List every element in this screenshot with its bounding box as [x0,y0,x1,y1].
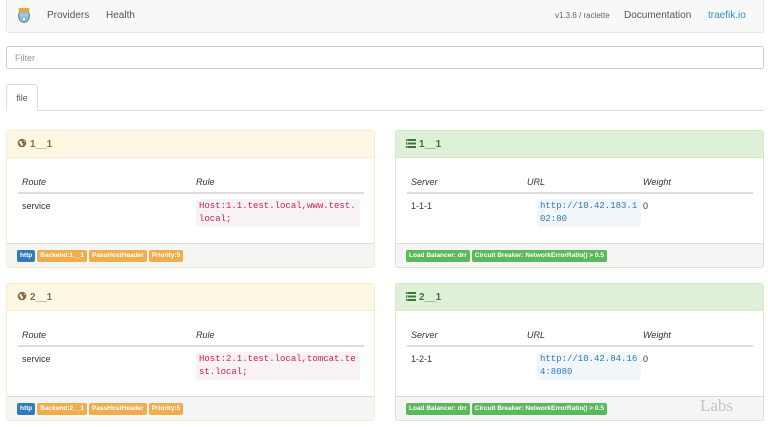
table-row: service Host:1.1.test.local,www.test.loc… [18,194,364,239]
frontend-panel-heading: 2__1 [7,284,374,311]
entrypoint-label: http [17,250,36,262]
priority-label: Priority:5 [148,403,184,415]
frontend-panel-footer: http Backend:1__1 PassHostHeader Priority:5 [7,243,374,267]
table-row: service Host:2.1.test.local,tomcat.test.… [18,347,364,392]
backend-panel-heading: 2__1 [396,284,763,311]
weight-column-header: Weight [643,330,671,340]
frontend-panel-footer: http Backend:2__1 PassHostHeader Priority:5 [7,396,374,420]
backend-label: Backend:1__1 [37,250,88,262]
backend-name: 2__1 [419,292,442,303]
circuit-breaker-label: Circuit Breaker: NetworkErrorRatio() > 0… [471,403,607,415]
watermark-text: Labs [700,396,734,415]
version-text: v1.3.6 / raclette [555,11,610,20]
load-balancer-label: Load Balancer: drr [406,250,470,262]
rule-code: Host:2.1.test.local,tomcat.test.local; [196,352,360,380]
route-column-header: Route [22,330,47,340]
rule-code: Host:1.1.test.local,www.test.local; [196,199,360,227]
server-column-header: Server [411,177,438,187]
server-url: http://10.42.84.164:8080 [537,352,641,380]
table-header-row: Route Rule [18,322,364,347]
nav-health-link[interactable]: Health [106,10,135,21]
routes-table: Route Rule service Host:2.1.test.local,t… [18,322,364,392]
backend-panel-1: 1__1 Server URL Weight 1-1-1 http://10.4… [395,130,764,268]
circuit-breaker-label: Circuit Breaker: NetworkErrorRatio() > 0… [471,250,607,262]
server-name: 1-2-1 [411,354,433,364]
table-header-row: Server URL Weight [407,322,753,347]
url-column-header: URL [527,177,546,187]
backend-label: Backend:2__1 [37,403,88,415]
servers-table: Server URL Weight 1-2-1 http://10.42.84.… [407,322,753,392]
passhostheader-label: PassHostHeader [89,403,147,415]
route-name: service [22,354,51,364]
provider-tabs: file [6,84,764,111]
routes-table: Route Rule service Host:1.1.test.local,w… [18,169,364,239]
backend-panel-heading: 1__1 [396,131,763,158]
table-header-row: Route Rule [18,169,364,194]
weight-column-header: Weight [643,177,671,187]
server-weight: 0 [643,201,649,211]
nav-documentation-link[interactable]: Documentation [624,10,691,21]
frontend-name: 2__1 [30,292,53,303]
rule-column-header: Rule [196,330,215,340]
server-list-icon [406,138,416,148]
table-header-row: Server URL Weight [407,169,753,194]
load-balancer-label: Load Balancer: drr [406,403,470,415]
server-url: http://10.42.183.102:80 [537,199,641,227]
server-list-icon [406,291,416,301]
table-row: 1-1-1 http://10.42.183.102:80 0 [407,194,753,239]
traefik-gopher-logo-icon[interactable] [17,6,31,24]
nav-providers-link[interactable]: Providers [47,10,89,21]
entrypoint-label: http [17,403,36,415]
tab-file[interactable]: file [6,84,38,111]
priority-label: Priority:5 [148,250,184,262]
backend-name: 1__1 [419,139,442,150]
frontend-panel-2: 2__1 Route Rule service Host:2.1.test.lo… [6,283,375,421]
url-column-header: URL [527,330,546,340]
frontend-panel-1: 1__1 Route Rule service Host:1.1.test.lo… [6,130,375,268]
globe-icon [17,139,27,148]
servers-table: Server URL Weight 1-1-1 http://10.42.183… [407,169,753,239]
rule-column-header: Rule [196,177,215,187]
table-row: 1-2-1 http://10.42.84.164:8080 0 [407,347,753,392]
passhostheader-label: PassHostHeader [89,250,147,262]
server-name: 1-1-1 [411,201,433,211]
frontend-panel-heading: 1__1 [7,131,374,158]
backend-panel-footer: Load Balancer: drr Circuit Breaker: Netwo… [396,243,763,267]
server-column-header: Server [411,330,438,340]
globe-icon [17,292,27,301]
server-weight: 0 [643,354,649,364]
route-name: service [22,201,51,211]
route-column-header: Route [22,177,47,187]
frontend-name: 1__1 [30,139,53,150]
top-navbar: Providers Health v1.3.6 / raclette Docum… [6,0,764,33]
filter-input[interactable] [6,46,764,69]
nav-traefik-io-link[interactable]: traefik.io [708,10,746,21]
